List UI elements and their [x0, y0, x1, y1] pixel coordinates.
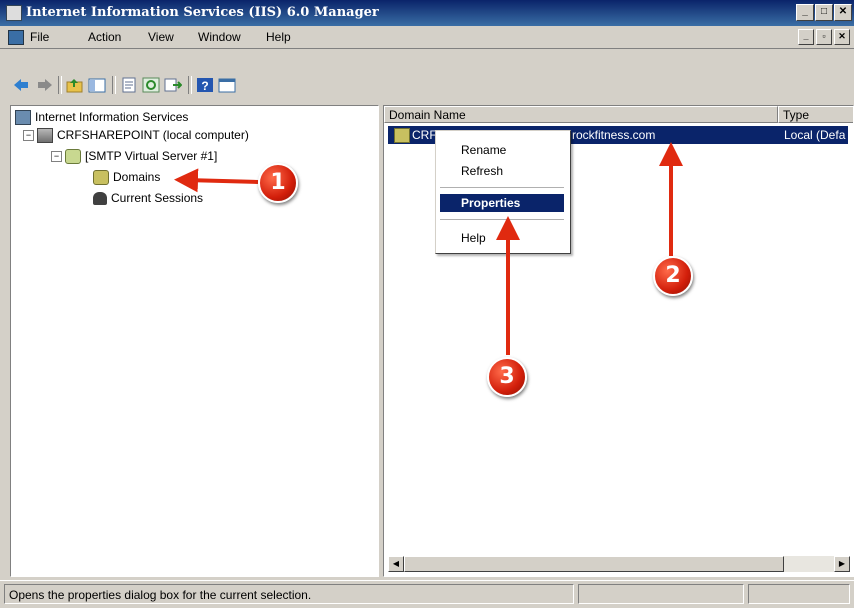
title-bar[interactable]: Internet Information Services (IIS) 6.0 … — [0, 0, 854, 26]
computer-icon — [37, 128, 53, 144]
maximize-button[interactable]: □ — [815, 4, 833, 21]
menu-item-properties[interactable]: Properties — [440, 194, 564, 212]
close-button[interactable]: ✕ — [834, 4, 852, 21]
console-window-icon[interactable] — [218, 77, 236, 93]
status-bar: Opens the properties dialog box for the … — [0, 580, 854, 608]
tree-item-domains[interactable]: Domains — [93, 169, 160, 186]
status-panel-2 — [578, 584, 744, 604]
menu-separator — [440, 187, 564, 188]
menu-item-refresh[interactable]: Refresh — [440, 162, 564, 180]
iis-icon — [15, 110, 31, 126]
mdi-minimize-button[interactable]: _ — [798, 29, 814, 45]
menu-item-rename[interactable]: Rename — [440, 141, 564, 159]
mdi-restore-button[interactable]: ▫ — [816, 29, 832, 45]
help-icon[interactable]: ? — [196, 77, 214, 93]
iis-app-icon — [6, 5, 22, 21]
domain-name-end: rockfitness.com — [572, 128, 656, 142]
menu-action[interactable]: Action — [88, 30, 121, 44]
back-arrow-icon[interactable] — [12, 77, 30, 93]
scroll-thumb[interactable] — [404, 556, 784, 572]
domain-icon — [394, 128, 410, 143]
show-hide-tree-icon[interactable] — [88, 77, 106, 93]
tree-item-iis[interactable]: Internet Information Services — [15, 109, 188, 126]
tree-item-current-sessions[interactable]: Current Sessions — [93, 190, 203, 206]
domain-type: Local (Defa — [784, 128, 846, 142]
tree-item-smtp-server[interactable]: [SMTP Virtual Server #1] — [65, 148, 217, 165]
menu-view[interactable]: View — [148, 30, 174, 44]
refresh-icon[interactable] — [142, 77, 160, 93]
domain-name-start: CRF — [412, 128, 437, 142]
forward-arrow-icon[interactable] — [36, 77, 54, 93]
annotation-marker-1: 1 — [258, 163, 298, 203]
horizontal-scrollbar[interactable]: ◀ ▶ — [388, 556, 850, 572]
annotation-marker-2: 2 — [653, 256, 693, 296]
scroll-left-button[interactable]: ◀ — [388, 556, 404, 572]
menu-file[interactable]: File — [30, 30, 49, 44]
sessions-icon — [93, 192, 107, 206]
collapse-computer-icon[interactable]: − — [23, 130, 34, 141]
status-text: Opens the properties dialog box for the … — [4, 584, 574, 604]
properties-sheet-icon[interactable] — [120, 77, 138, 93]
column-header-domain-name[interactable]: Domain Name — [384, 106, 778, 123]
mmc-icon[interactable] — [8, 30, 24, 45]
minimize-button[interactable]: _ — [796, 4, 814, 21]
svg-text:?: ? — [201, 79, 208, 93]
up-folder-icon[interactable] — [66, 77, 84, 93]
scroll-right-button[interactable]: ▶ — [834, 556, 850, 572]
menu-item-help[interactable]: Help — [440, 229, 564, 247]
tree-item-computer[interactable]: CRFSHAREPOINT (local computer) — [37, 127, 249, 144]
menu-help[interactable]: Help — [266, 30, 291, 44]
smtp-server-icon — [65, 149, 81, 165]
mdi-close-button[interactable]: ✕ — [834, 29, 850, 45]
window-title: Internet Information Services (IIS) 6.0 … — [26, 5, 379, 20]
column-header-type[interactable]: Type — [778, 106, 853, 123]
domains-icon — [93, 170, 109, 186]
status-panel-3 — [748, 584, 850, 604]
collapse-server-icon[interactable]: − — [51, 151, 62, 162]
export-list-icon[interactable] — [164, 77, 182, 93]
context-menu: Rename Refresh Properties Help — [435, 130, 571, 254]
toolbar: ? — [0, 49, 854, 99]
tree-pane[interactable]: Internet Information Services − CRFSHARE… — [10, 105, 379, 577]
menu-window[interactable]: Window — [198, 30, 241, 44]
annotation-marker-3: 3 — [487, 357, 527, 397]
menu-bar: File Action View Window Help _ ▫ ✕ — [0, 26, 854, 49]
menu-separator — [440, 219, 564, 220]
